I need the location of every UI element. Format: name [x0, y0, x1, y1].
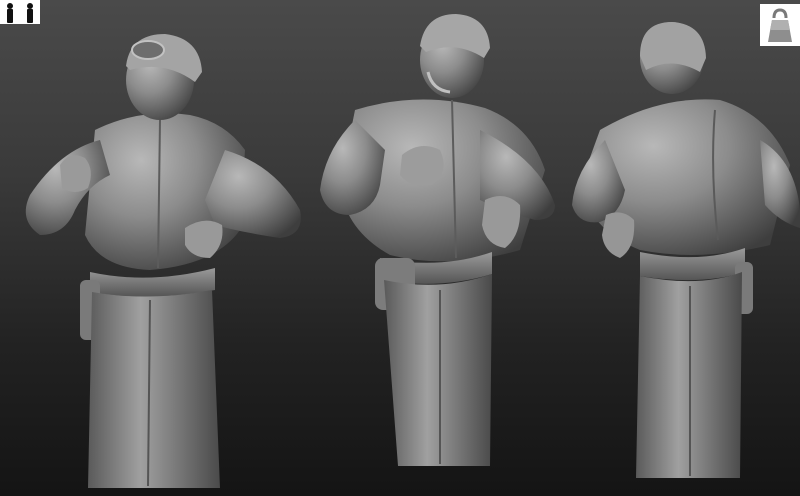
figure-left-belt	[90, 268, 215, 297]
figure-center-hand-chest	[400, 146, 444, 186]
figure-left-hand	[60, 155, 91, 192]
figure-left-goggles	[131, 40, 165, 60]
figure-right-hand	[602, 212, 635, 258]
material-ball-icon[interactable]	[760, 4, 800, 46]
sculpt-canvas[interactable]	[0, 0, 800, 496]
sculpt-viewport[interactable]	[0, 0, 800, 496]
figure-left[interactable]	[25, 34, 301, 488]
two-figures-icon[interactable]	[0, 0, 40, 24]
figure-left-pants	[88, 290, 220, 488]
figure-center[interactable]	[320, 14, 555, 466]
figure-right[interactable]	[572, 22, 800, 478]
figure-center-pants	[384, 274, 492, 466]
